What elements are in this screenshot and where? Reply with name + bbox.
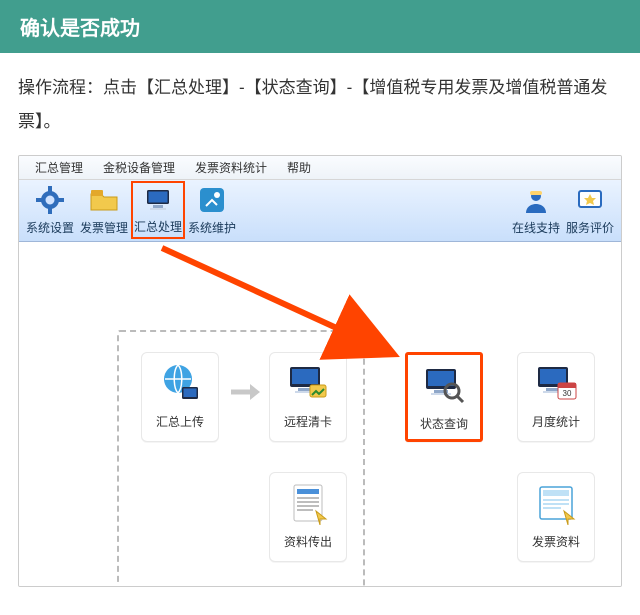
- magnifier-monitor-icon: [420, 361, 468, 409]
- invoice-mgmt-button[interactable]: 发票管理: [77, 181, 131, 239]
- upload-summary-tile[interactable]: 汇总上传: [141, 352, 219, 442]
- tile-label: 远程清卡: [284, 413, 332, 430]
- section-header: 确认是否成功: [0, 0, 640, 53]
- invoice-data-tile[interactable]: 发票资料: [517, 472, 595, 562]
- workspace: 汇总上传 远程清卡 资料传出 状态查询 30: [19, 242, 621, 586]
- monitor-icon: [141, 183, 175, 216]
- online-support-button[interactable]: 在线支持: [509, 181, 563, 239]
- menu-summary-mgmt[interactable]: 汇总管理: [25, 159, 93, 176]
- remote-clear-tile[interactable]: 远程清卡: [269, 352, 347, 442]
- tile-label: 汇总上传: [156, 413, 204, 430]
- card-monitor-icon: [284, 359, 332, 407]
- svg-text:30: 30: [563, 389, 572, 398]
- menu-tax-device[interactable]: 金税设备管理: [93, 159, 185, 176]
- toolbar-label: 系统设置: [26, 219, 74, 236]
- monthly-stats-tile[interactable]: 30 月度统计: [517, 352, 595, 442]
- support-icon: [519, 183, 553, 217]
- globe-icon: [156, 359, 204, 407]
- tools-icon: [195, 183, 229, 217]
- toolbar-label: 系统维护: [188, 219, 236, 236]
- status-query-tile[interactable]: 状态查询: [405, 352, 483, 442]
- toolbar-label: 汇总处理: [134, 218, 182, 235]
- toolbar-label: 发票管理: [80, 219, 128, 236]
- menu-bar: 汇总管理 金税设备管理 发票资料统计 帮助: [19, 156, 621, 180]
- gear-icon: [33, 183, 67, 217]
- rating-icon: [573, 183, 607, 217]
- form-icon: [532, 479, 580, 527]
- app-window: 汇总管理 金税设备管理 发票资料统计 帮助 系统设置 发票管理 汇总处理: [18, 155, 622, 587]
- summary-process-button[interactable]: 汇总处理: [131, 181, 185, 239]
- menu-invoice-stats[interactable]: 发票资料统计: [185, 159, 277, 176]
- tile-label: 资料传出: [284, 533, 332, 550]
- system-settings-button[interactable]: 系统设置: [23, 181, 77, 239]
- instruction-text: 操作流程：点击【汇总处理】-【状态查询】-【增值税专用发票及增值税普通发票】。: [18, 71, 622, 139]
- tile-label: 状态查询: [420, 415, 468, 432]
- service-rating-button[interactable]: 服务评价: [563, 181, 617, 239]
- tile-label: 发票资料: [532, 533, 580, 550]
- folder-icon: [87, 183, 121, 217]
- section-title: 确认是否成功: [20, 18, 140, 40]
- data-export-tile[interactable]: 资料传出: [269, 472, 347, 562]
- toolbar-label: 在线支持: [512, 219, 560, 236]
- menu-help[interactable]: 帮助: [277, 159, 321, 176]
- toolbar-label: 服务评价: [566, 219, 614, 236]
- system-maint-button[interactable]: 系统维护: [185, 181, 239, 239]
- toolbar: 系统设置 发票管理 汇总处理 系统维护 在线支持: [19, 180, 621, 242]
- document-icon: [284, 479, 332, 527]
- flow-arrow-icon: [224, 370, 268, 414]
- tile-label: 月度统计: [532, 413, 580, 430]
- calendar-monitor-icon: 30: [532, 359, 580, 407]
